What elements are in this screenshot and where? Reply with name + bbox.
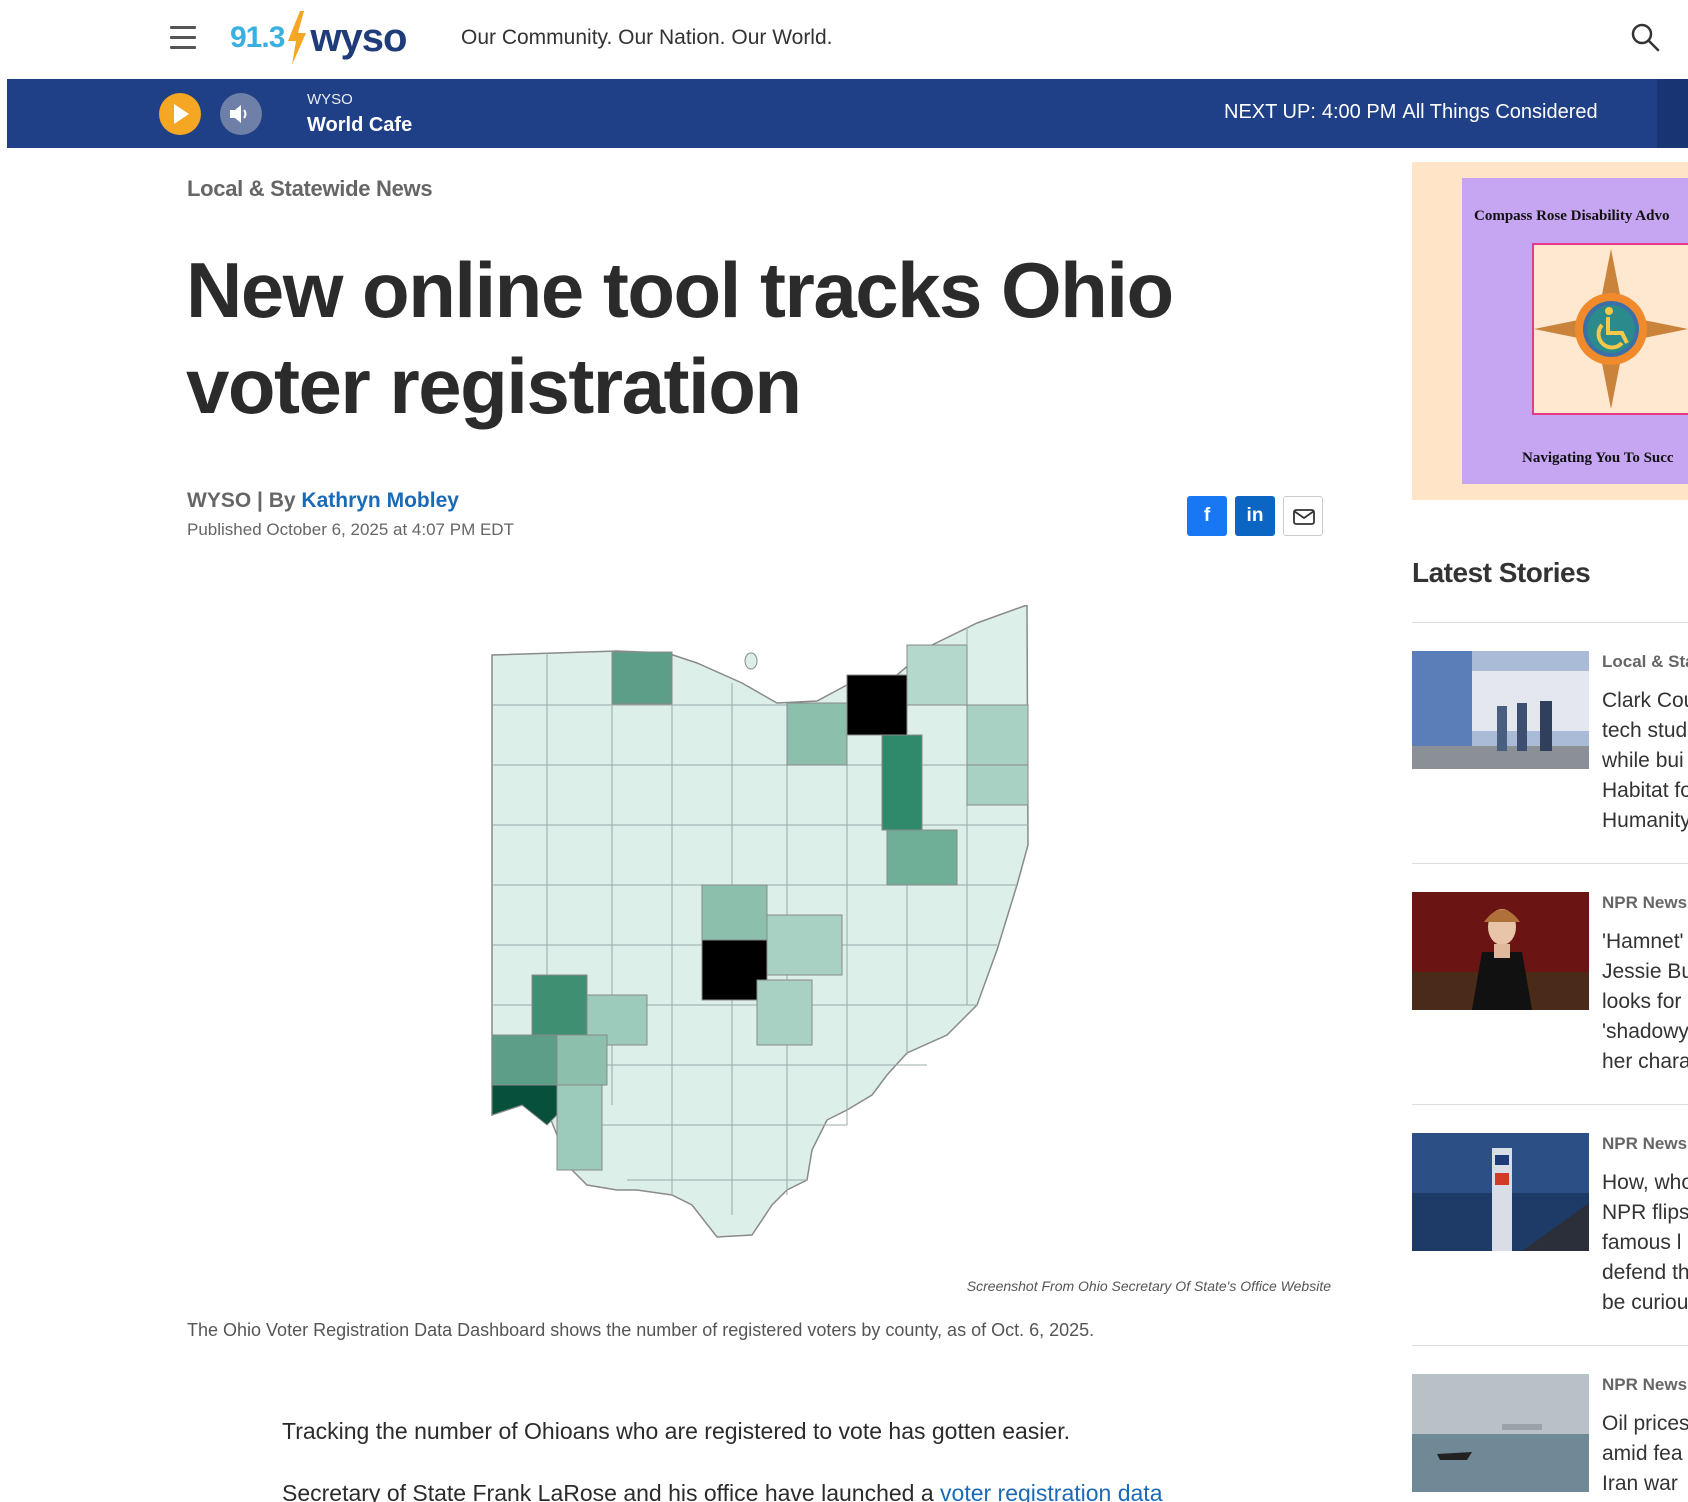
logo-frequency: 91.3 xyxy=(230,21,285,54)
headline: New online tool tracks Ohio voter regist… xyxy=(186,246,1174,430)
linkedin-icon: in xyxy=(1246,505,1264,526)
story-line: Jessie Bu xyxy=(1602,960,1688,983)
tagline: Our Community. Our Nation. Our World. xyxy=(461,26,833,49)
story-line: defend th xyxy=(1602,1261,1688,1284)
published-date: Published October 6, 2025 at 4:07 PM EDT xyxy=(187,520,514,539)
story-category[interactable]: NPR News xyxy=(1602,1134,1687,1154)
next-up[interactable]: NEXT UP: 4:00 PM All Things Considered xyxy=(1224,101,1598,124)
story-category[interactable]: NPR News xyxy=(1602,1375,1687,1395)
story-line: 'shadowy xyxy=(1602,1020,1688,1043)
latest-stories-heading: Latest Stories xyxy=(1412,557,1591,588)
site-header: 91.3 wyso Our Community. Our Nation. Our… xyxy=(0,0,1688,78)
article-paragraph: Tracking the number of Ohioans who are r… xyxy=(282,1418,1070,1444)
play-button[interactable] xyxy=(159,93,201,135)
story-line: be curiou xyxy=(1602,1291,1688,1314)
logo-call-letters: wyso xyxy=(310,15,407,60)
facebook-icon: f xyxy=(1203,505,1211,526)
story-category[interactable]: NPR News xyxy=(1602,893,1687,913)
station-name: WYSO xyxy=(307,91,353,108)
story-thumbnail[interactable] xyxy=(1412,892,1589,1010)
story-line: How, who xyxy=(1602,1171,1688,1194)
email-share-button[interactable] xyxy=(1283,496,1323,536)
story-line: famous l xyxy=(1602,1231,1682,1254)
image-caption: The Ohio Voter Registration Data Dashboa… xyxy=(187,1320,1095,1340)
byline: WYSO | By Kathryn Mobley xyxy=(187,489,459,513)
search-icon[interactable] xyxy=(1630,22,1662,54)
story-line: NPR flips xyxy=(1602,1201,1688,1224)
speaker-icon xyxy=(230,105,247,123)
story-line: 'Hamnet' xyxy=(1602,930,1684,953)
envelope-icon xyxy=(1293,509,1315,525)
story-line: Oil prices xyxy=(1602,1412,1688,1435)
menu-icon[interactable] xyxy=(170,26,198,50)
now-playing-program[interactable]: World Cafe xyxy=(307,114,412,137)
byline-org: WYSO xyxy=(187,489,252,512)
player-expand-button[interactable] xyxy=(1657,79,1688,148)
story-line: her chara xyxy=(1602,1050,1688,1073)
story-line: Habitat fo xyxy=(1602,779,1688,802)
story-headline[interactable]: How, who NPR flips famous l defend th be… xyxy=(1602,1168,1688,1318)
author-link[interactable]: Kathryn Mobley xyxy=(301,489,459,512)
ad-subtitle: Navigating You To Succ xyxy=(1522,450,1674,466)
story-line: tech stud xyxy=(1602,719,1688,742)
volume-button[interactable] xyxy=(220,93,262,135)
voter-data-link[interactable]: voter registration data xyxy=(940,1480,1162,1502)
byline-separator: | By xyxy=(251,489,302,512)
ad-title: Compass Rose Disability Advo xyxy=(1474,208,1670,224)
story-thumbnail[interactable] xyxy=(1412,651,1589,769)
live-player-bar: WYSO World Cafe NEXT UP: 4:00 PM All Thing… xyxy=(7,79,1688,148)
facebook-share-button[interactable]: f xyxy=(1187,496,1227,536)
play-icon xyxy=(174,104,189,124)
linkedin-share-button[interactable]: in xyxy=(1235,496,1275,536)
story-headline[interactable]: 'Hamnet' Jessie Bu looks for 'shadowy he… xyxy=(1602,927,1688,1077)
divider xyxy=(1412,622,1688,623)
image-credit: Screenshot From Ohio Secretary Of State'… xyxy=(966,1278,1331,1294)
story-line: amid fea xyxy=(1602,1442,1683,1465)
story-category[interactable]: Local & Sta xyxy=(1602,652,1688,672)
paragraph-text: Secretary of State Frank LaRose and his … xyxy=(282,1480,941,1502)
story-line: Clark Cou xyxy=(1602,689,1688,712)
ohio-county-map xyxy=(491,605,1029,1238)
next-up-time: 4:00 PM xyxy=(1321,101,1397,123)
story-line: while bui xyxy=(1602,749,1684,772)
story-thumbnail[interactable] xyxy=(1412,1133,1589,1251)
story-line: Iran war xyxy=(1602,1472,1678,1495)
story-headline[interactable]: Clark Cou tech stud while bui Habitat fo… xyxy=(1602,686,1688,836)
divider xyxy=(1412,1345,1688,1346)
site-logo[interactable]: 91.3 wyso xyxy=(230,10,407,66)
next-up-label: NEXT UP: xyxy=(1224,101,1316,123)
section-label[interactable]: Local & Statewide News xyxy=(187,176,433,202)
story-thumbnail[interactable] xyxy=(1412,1374,1589,1492)
story-headline[interactable]: Oil prices amid fea Iran war xyxy=(1602,1409,1688,1499)
next-up-show: All Things Considered xyxy=(1402,101,1598,123)
wheelchair-compass-icon xyxy=(1534,249,1688,409)
article-paragraph: Secretary of State Frank LaRose and his … xyxy=(282,1480,1162,1502)
lightning-bolt-icon xyxy=(288,11,307,65)
story-line: looks for xyxy=(1602,990,1682,1013)
divider xyxy=(1412,1104,1688,1105)
divider xyxy=(1412,863,1688,864)
story-line: Humanity xyxy=(1602,809,1688,832)
compass-rose-logo xyxy=(1532,243,1688,415)
